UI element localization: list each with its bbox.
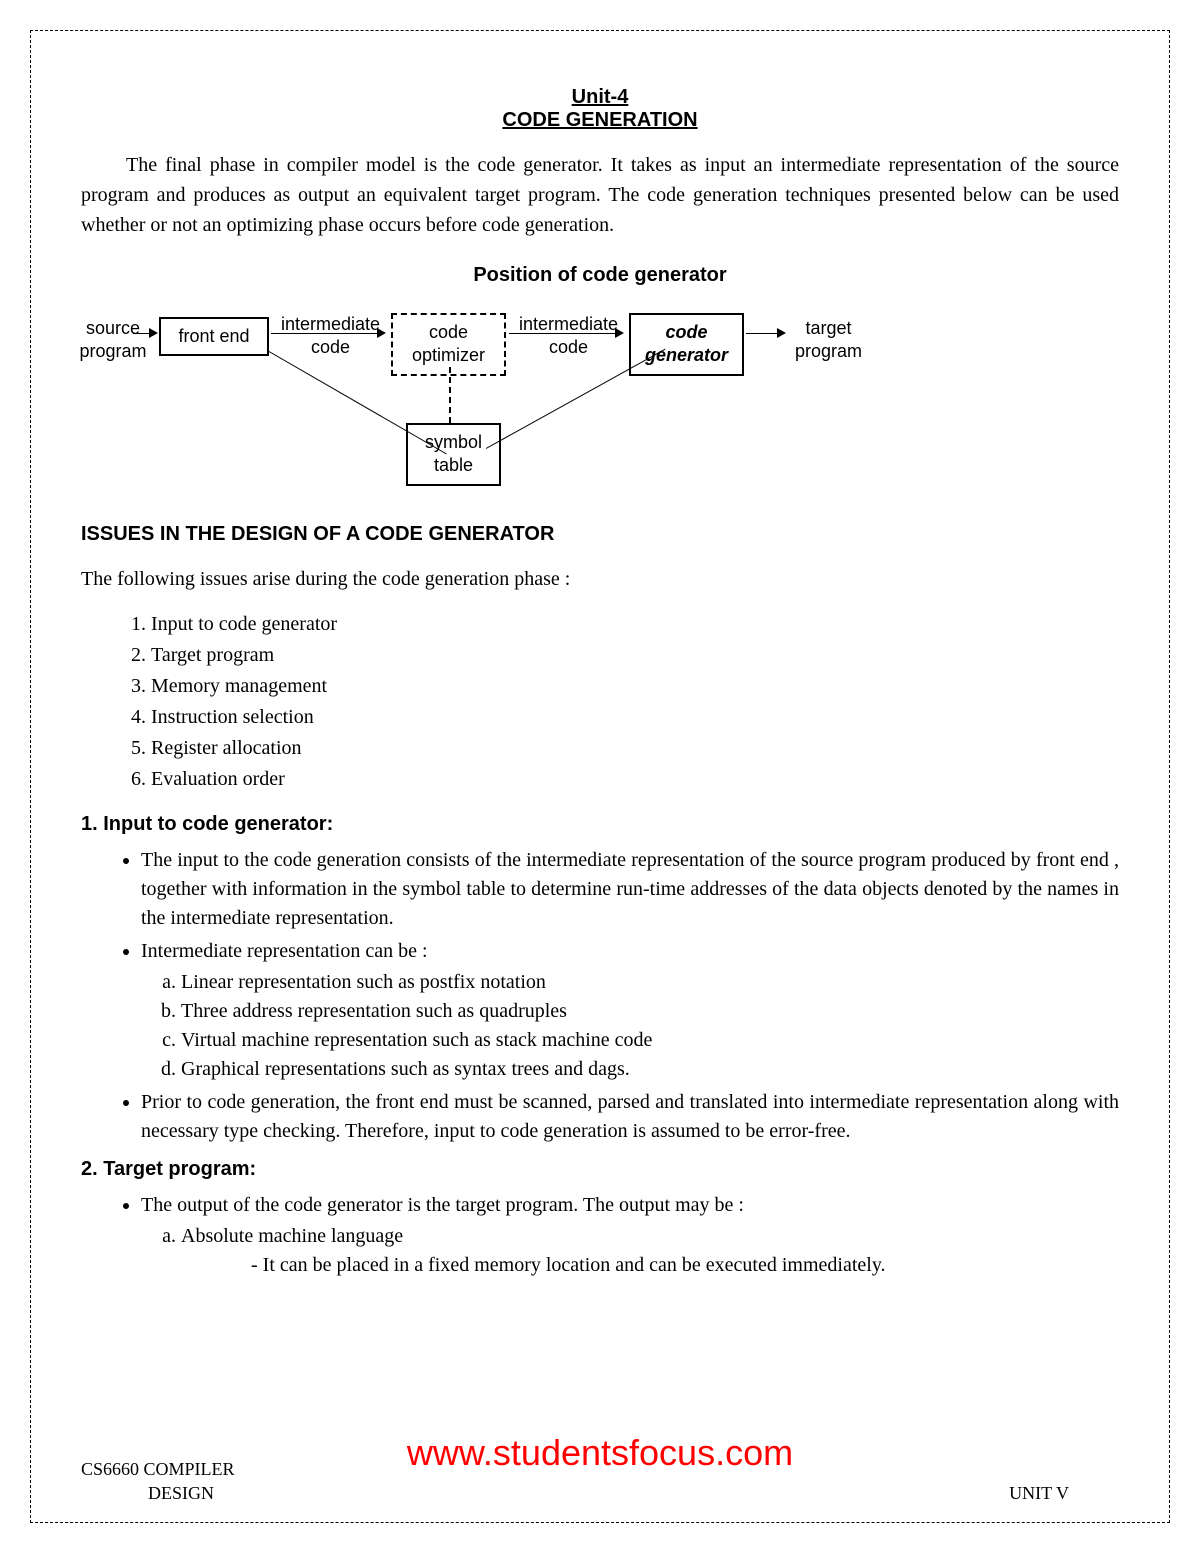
code-generator-diagram: source program front end intermediate co… xyxy=(81,313,1119,493)
diagram-heading: Position of code generator xyxy=(81,264,1119,287)
list-item: The output of the code generator is the … xyxy=(141,1191,1119,1280)
sub-note: - It can be placed in a fixed memory loc… xyxy=(251,1251,1119,1280)
section-2-heading: 2. Target program: xyxy=(81,1158,1119,1181)
list-item: Virtual machine representation such as s… xyxy=(181,1026,1119,1055)
issues-list: Input to code generator Target program M… xyxy=(81,609,1119,795)
section-1-sublist: Linear representation such as postfix no… xyxy=(141,968,1119,1084)
intro-paragraph: The final phase in compiler model is the… xyxy=(81,150,1119,240)
footer-design: DESIGN xyxy=(81,1483,281,1504)
label-target-program: target program xyxy=(786,317,871,364)
page: Unit-4 CODE GENERATION The final phase i… xyxy=(0,0,1200,1553)
footer-course: CS6660 COMPILER xyxy=(81,1459,235,1480)
list-item: Three address representation such as qua… xyxy=(181,997,1119,1026)
label-intermediate-code-1: intermediate code xyxy=(273,313,388,360)
unit-title: Unit-4 xyxy=(81,86,1119,109)
footer-unit: UNIT V xyxy=(1009,1483,1069,1504)
label-intermediate-code-2: intermediate code xyxy=(511,313,626,360)
section-2-sublist: Absolute machine language - It can be pl… xyxy=(141,1222,1119,1280)
page-border: Unit-4 CODE GENERATION The final phase i… xyxy=(30,30,1170,1523)
chapter-title: CODE GENERATION xyxy=(81,109,1119,132)
title-block: Unit-4 CODE GENERATION xyxy=(81,86,1119,132)
list-item: The input to the code generation consist… xyxy=(141,846,1119,933)
list-item: Target program xyxy=(151,640,1119,671)
list-item: Memory management xyxy=(151,671,1119,702)
list-item: Linear representation such as postfix no… xyxy=(181,968,1119,997)
section-2-bullets: The output of the code generator is the … xyxy=(81,1191,1119,1280)
list-item: Graphical representations such as syntax… xyxy=(181,1055,1119,1084)
list-item: Input to code generator xyxy=(151,609,1119,640)
section-1-heading: 1. Input to code generator: xyxy=(81,813,1119,836)
list-item: Instruction selection xyxy=(151,702,1119,733)
list-item: Evaluation order xyxy=(151,764,1119,795)
box-symbol-table: symbol table xyxy=(406,423,501,486)
issues-heading: ISSUES IN THE DESIGN OF A CODE GENERATOR xyxy=(81,523,1119,546)
label-source-program: source program xyxy=(73,317,153,364)
issues-intro: The following issues arise during the co… xyxy=(81,568,1119,591)
section-1-bullets: The input to the code generation consist… xyxy=(81,846,1119,1146)
list-item: Prior to code generation, the front end … xyxy=(141,1088,1119,1146)
list-item: Register allocation xyxy=(151,733,1119,764)
box-code-generator: code generator xyxy=(629,313,744,376)
list-item: Absolute machine language - It can be pl… xyxy=(181,1222,1119,1280)
list-item: Intermediate representation can be : Lin… xyxy=(141,937,1119,1084)
box-front-end: front end xyxy=(159,317,269,356)
